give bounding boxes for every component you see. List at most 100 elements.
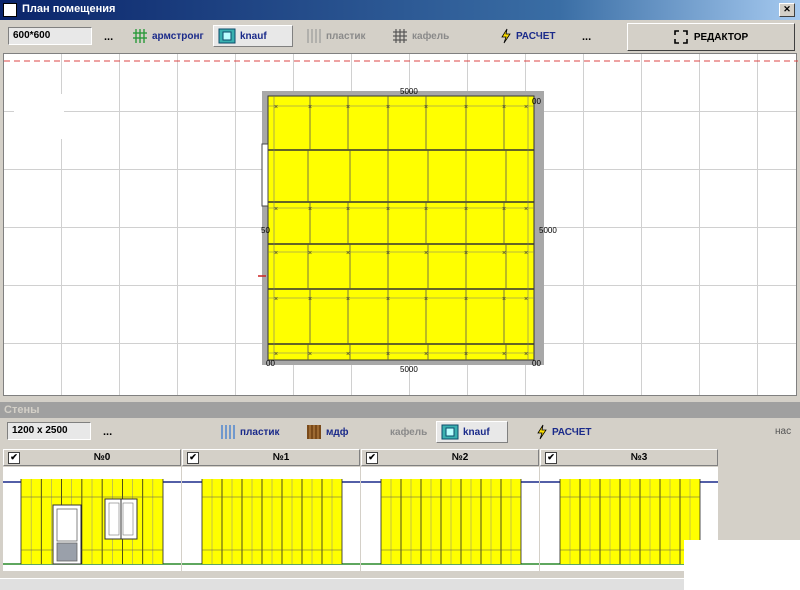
plan-more2-button[interactable]: ... [582,31,591,43]
wall-checkbox-0[interactable]: ✔ [8,451,20,464]
wall-mdf-label: мдф [326,426,349,438]
wall-knauf-button[interactable]: knauf [436,421,508,443]
corner-label-tr: 00 [532,97,541,106]
wall-checkbox-2[interactable]: ✔ [366,451,378,464]
frame-corners-icon [674,30,688,44]
fastener-mark: × [424,206,428,213]
wall-label-3: №3 [630,452,648,463]
overlay-blob [684,540,800,590]
fastener-mark: × [386,351,390,358]
plan-size-field[interactable]: 600*600 [8,27,92,45]
fastener-mark: × [386,250,390,257]
door-lower-panel [56,542,78,562]
door-glass [56,508,78,542]
fastener-mark: × [424,296,428,303]
fastener-mark: × [308,104,312,111]
cursor-blob [14,94,64,139]
fastener-mark: × [274,206,278,213]
knauf-icon [441,424,459,440]
knauf-button[interactable]: knauf [213,25,293,47]
plan-toolbar: 600*600 ... армстронг knauf пластик кафе… [0,21,800,53]
fastener-mark: × [386,296,390,303]
window-opening [261,143,269,207]
walls-more-button[interactable]: ... [103,426,112,438]
fastener-mark: × [524,351,528,358]
fastener-mark: × [464,296,468,303]
fastener-mark: × [424,104,428,111]
fastener-mark: × [308,351,312,358]
fastener-mark: × [308,296,312,303]
fastener-mark: × [424,351,428,358]
fastener-mark: × [502,206,506,213]
wall-size-field[interactable]: 1200 x 2500 [7,422,91,440]
app-icon [3,3,17,17]
wall-checkbox-3[interactable]: ✔ [545,451,557,464]
knauf-icon [218,28,236,44]
fastener-mark: × [274,351,278,358]
fastener-mark: × [464,351,468,358]
editor-button[interactable]: РЕДАКТОР [627,23,795,51]
wall-plastic-label: пластик [240,426,280,438]
wall-elevations [3,467,718,571]
calc-label: РАСЧЕТ [516,30,556,42]
corner-label-br: 00 [532,359,541,368]
tile-button[interactable]: кафель [388,25,453,47]
fastener-mark: × [274,104,278,111]
fastener-mark: × [502,296,506,303]
tile-label: кафель [412,30,450,42]
fastener-mark: × [386,206,390,213]
plastic-button[interactable]: пластик [302,25,370,47]
wall-header-3[interactable]: ✔ №3 [540,449,718,466]
wall-header-1[interactable]: ✔ №1 [182,449,360,466]
close-button[interactable]: ✕ [779,3,795,17]
fastener-mark: × [524,104,528,111]
plastic-label: пластик [326,30,366,42]
fastener-mark: × [386,104,390,111]
fastener-mark: × [524,250,528,257]
fastener-mark: × [346,206,350,213]
wall-header-2[interactable]: ✔ №2 [361,449,539,466]
knauf-label: knauf [240,30,267,42]
plan-canvas[interactable]: × × × × × × × × × × × × × × × × × × × × × × × × × × × × × × × × × × × × × × × ×… [3,53,798,396]
stripes-blue-icon [221,425,235,439]
dim-left: 50 [261,226,270,235]
fastener-mark: × [346,104,350,111]
wall-tile-button[interactable]: кафель [386,421,431,443]
window-sash [108,502,120,536]
wall-knauf-label: knauf [463,426,490,438]
armstrong-button[interactable]: армстронг [128,25,208,47]
wall-header-0[interactable]: ✔ №0 [3,449,181,466]
window-title: План помещения [22,3,116,15]
fastener-mark: × [502,351,506,358]
fastener-mark: × [424,250,428,257]
wall-tile-label: кафель [390,426,428,438]
calc-button[interactable]: РАСЧЕТ [496,25,560,47]
fastener-mark: × [502,104,506,111]
fastener-mark: × [274,250,278,257]
wall-calc-label: РАСЧЕТ [552,426,592,438]
wall-mdf-button[interactable]: мдф [302,421,353,443]
fastener-mark: × [274,296,278,303]
corner-label-bl: 00 [266,359,275,368]
mdf-icon [307,425,321,439]
armstrong-label: армстронг [152,30,204,42]
room-floor [267,95,535,361]
fastener-mark: × [524,296,528,303]
wall-label-2: №2 [451,452,469,463]
fastener-mark: × [464,250,468,257]
window-sash [122,502,134,536]
cut-label: нас [775,426,792,437]
dim-right: 5000 [539,226,557,235]
stripes-icon [307,29,321,43]
fastener-mark: × [308,206,312,213]
fastener-mark: × [464,206,468,213]
lightning-icon [537,424,547,440]
grid-icon [133,29,147,43]
wall-calc-button[interactable]: РАСЧЕТ [532,421,596,443]
plan-more-button[interactable]: ... [104,31,113,43]
wall-checkbox-1[interactable]: ✔ [187,451,199,464]
wall-plastic-button[interactable]: пластик [216,421,284,443]
fastener-mark: × [308,250,312,257]
horizontal-scrollbar[interactable] [0,578,684,590]
fastener-mark: × [502,250,506,257]
